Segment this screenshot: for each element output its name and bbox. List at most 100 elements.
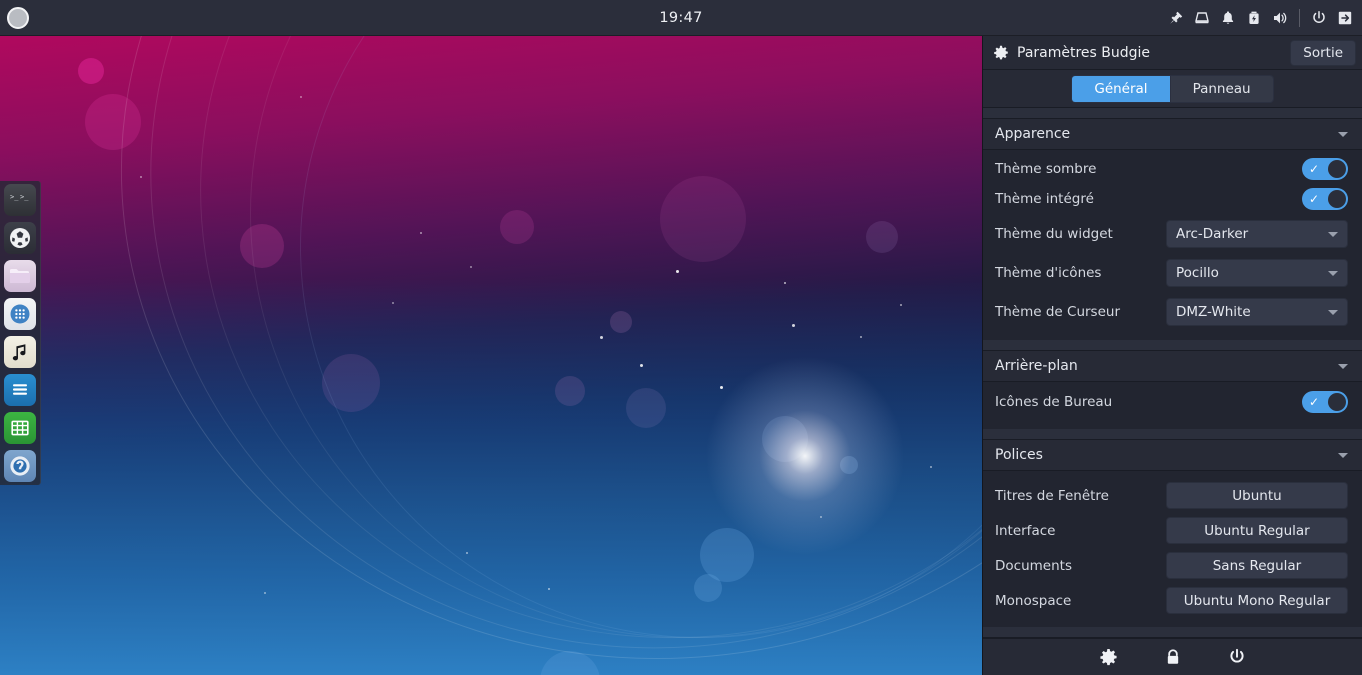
row-widget-theme: Thème du widget Arc-Darker (983, 220, 1362, 248)
chevron-down-icon (1328, 231, 1338, 237)
row-label: Interface (995, 522, 1056, 539)
chevron-down-icon (1328, 309, 1338, 315)
row-label: Thème sombre (995, 161, 1097, 177)
section-spacer (983, 429, 1362, 440)
dock-item-files[interactable] (4, 260, 36, 292)
monospace-font-button[interactable]: Ubuntu Mono Regular (1166, 587, 1348, 614)
row-label: Thème d'icônes (995, 265, 1102, 281)
power-icon[interactable] (1306, 0, 1332, 36)
desktop-wallpaper[interactable] (0, 36, 983, 675)
table-grid-icon (11, 420, 29, 436)
row-label: Thème du widget (995, 226, 1113, 242)
logout-icon[interactable] (1332, 0, 1358, 36)
document-lines-icon (13, 384, 27, 395)
section-spacer (983, 627, 1362, 638)
dock-item-app-grid[interactable] (4, 298, 36, 330)
dropdown-value: Pocillo (1176, 265, 1219, 281)
ball-icon (10, 228, 30, 248)
row-label: Documents (995, 557, 1072, 574)
dock-item-browser[interactable] (4, 450, 36, 482)
section-title: Apparence (995, 126, 1071, 142)
panel-header: Paramètres Budgie Sortie (983, 36, 1362, 70)
row-label: Thème intégré (995, 191, 1094, 207)
terminal-icon: >_ >_ (10, 193, 29, 201)
builtin-theme-toggle[interactable]: ✓ (1302, 188, 1348, 210)
row-window-titles-font: Titres de Fenêtre Ubuntu (983, 482, 1362, 509)
dock-item-writer[interactable] (4, 374, 36, 406)
network-pin-icon[interactable] (1163, 0, 1189, 36)
row-desktop-icons: Icônes de Bureau ✓ (983, 389, 1362, 415)
row-interface-font: Interface Ubuntu Regular (983, 517, 1362, 544)
row-label: Thème de Curseur (995, 304, 1121, 320)
row-label: Monospace (995, 592, 1072, 609)
section-title: Arrière-plan (995, 358, 1078, 374)
dropdown-value: Arc-Darker (1176, 226, 1249, 242)
icon-theme-dropdown[interactable]: Pocillo (1166, 259, 1348, 287)
section-spacer (983, 108, 1362, 119)
toggle-knob (1328, 160, 1346, 178)
section-spacer (983, 340, 1362, 351)
system-tray (1163, 0, 1358, 36)
chevron-down-icon (1338, 131, 1348, 137)
circle-menu-icon[interactable] (0, 0, 36, 36)
music-note-icon (12, 344, 26, 361)
dock-item-ball-app[interactable] (4, 222, 36, 254)
desktop-icons-toggle[interactable]: ✓ (1302, 391, 1348, 413)
top-panel: 19:47 (0, 0, 1362, 36)
panel-title: Paramètres Budgie (1017, 44, 1151, 61)
row-icon-theme: Thème d'icônes Pocillo (983, 259, 1362, 287)
cursor-theme-dropdown[interactable]: DMZ-White (1166, 298, 1348, 326)
browser-icon (10, 456, 30, 476)
widget-theme-dropdown[interactable]: Arc-Darker (1166, 220, 1348, 248)
toggle-knob (1328, 393, 1346, 411)
section-header-apparence[interactable]: Apparence (983, 119, 1362, 150)
row-cursor-theme: Thème de Curseur DMZ-White (983, 298, 1362, 326)
panel-bottom-bar (983, 638, 1362, 675)
section-header-arriere-plan[interactable]: Arrière-plan (983, 351, 1362, 382)
check-icon: ✓ (1309, 395, 1320, 409)
chevron-down-icon (1338, 452, 1348, 458)
dock-item-music[interactable] (4, 336, 36, 368)
volume-icon[interactable] (1267, 0, 1293, 36)
check-icon: ✓ (1309, 162, 1320, 176)
row-label: Icônes de Bureau (995, 394, 1113, 410)
exit-button[interactable]: Sortie (1290, 39, 1356, 66)
chevron-down-icon (1338, 363, 1348, 369)
desktop-screen: 19:47 >_ >_ Paramètres Budgie Sortie Gén… (0, 0, 1362, 675)
power-icon[interactable] (1223, 643, 1251, 671)
grid-icon (10, 304, 30, 324)
display-icon[interactable] (1189, 0, 1215, 36)
battery-charging-icon[interactable] (1241, 0, 1267, 36)
interface-font-button[interactable]: Ubuntu Regular (1166, 517, 1348, 544)
toggle-knob (1328, 190, 1346, 208)
check-icon: ✓ (1309, 192, 1320, 206)
budgie-settings-panel: Paramètres Budgie Sortie Général Panneau… (982, 36, 1362, 675)
dock-item-terminal[interactable]: >_ >_ (4, 184, 36, 216)
section-header-polices[interactable]: Polices (983, 440, 1362, 471)
documents-font-button[interactable]: Sans Regular (1166, 552, 1348, 579)
svg-text:>_: >_ (10, 193, 19, 201)
panel-body: Apparence Thème sombre ✓ Thème intégré ✓… (983, 108, 1362, 675)
dark-theme-toggle[interactable]: ✓ (1302, 158, 1348, 180)
dropdown-value: DMZ-White (1176, 304, 1251, 320)
tab-panneau[interactable]: Panneau (1169, 75, 1273, 102)
dock-item-spreadsheet[interactable] (4, 412, 36, 444)
row-builtin-theme: Thème intégré ✓ (983, 186, 1362, 212)
row-label: Titres de Fenêtre (995, 487, 1109, 504)
row-dark-theme: Thème sombre ✓ (983, 156, 1362, 182)
menu-circle (7, 7, 29, 29)
notification-bell-icon[interactable] (1215, 0, 1241, 36)
row-monospace-font: Monospace Ubuntu Mono Regular (983, 587, 1362, 614)
wallpaper-blue-wash (0, 278, 983, 675)
folder-icon (10, 269, 30, 283)
tab-general[interactable]: Général (1072, 75, 1170, 102)
tab-group: Général Panneau (1071, 74, 1274, 103)
lock-icon[interactable] (1159, 643, 1187, 671)
chevron-down-icon (1328, 270, 1338, 276)
settings-gear-icon[interactable] (1095, 643, 1123, 671)
window-titles-font-button[interactable]: Ubuntu (1166, 482, 1348, 509)
section-title: Polices (995, 447, 1043, 463)
gear-icon (994, 45, 1008, 59)
panel-tabs: Général Panneau (983, 70, 1362, 108)
application-dock: >_ >_ (0, 181, 41, 485)
